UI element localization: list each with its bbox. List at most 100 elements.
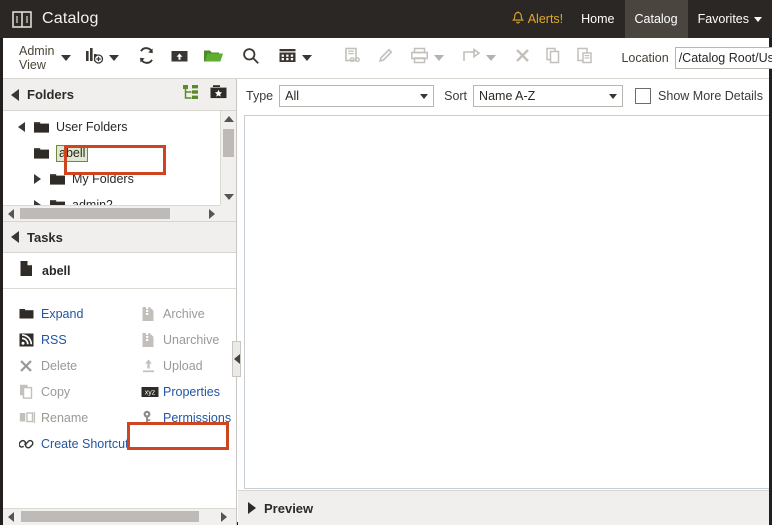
scroll-down-arrow-icon[interactable] bbox=[221, 189, 236, 205]
nav-favorites[interactable]: Favorites bbox=[688, 0, 772, 38]
nav-alerts-label: Alerts! bbox=[527, 12, 564, 26]
type-filter-value: All bbox=[285, 89, 300, 103]
delete-icon bbox=[514, 47, 531, 69]
triangle-down-icon bbox=[17, 122, 25, 132]
admin-view-dropdown[interactable]: Admin View bbox=[19, 44, 72, 72]
scroll-left-arrow-icon[interactable] bbox=[3, 509, 19, 525]
tasks-horizontal-scrollbar[interactable] bbox=[3, 508, 236, 525]
nav-home[interactable]: Home bbox=[571, 0, 624, 38]
edit-button[interactable] bbox=[373, 43, 400, 73]
task-label: RSS bbox=[41, 332, 67, 347]
calendar-grid-button[interactable] bbox=[274, 43, 316, 73]
chevron-down-icon bbox=[609, 94, 618, 99]
app-header: Catalog Alerts! Home Catalog Favorites bbox=[0, 0, 772, 38]
tree-item-user-folders[interactable]: User Folders bbox=[3, 114, 220, 140]
task-copy[interactable]: Copy bbox=[3, 381, 125, 402]
chevron-down-icon bbox=[420, 94, 429, 99]
delete-button[interactable] bbox=[510, 43, 535, 73]
scroll-up-arrow-icon[interactable] bbox=[221, 111, 236, 127]
nav-alerts[interactable]: Alerts! bbox=[502, 0, 571, 38]
task-properties[interactable]: xyz Properties bbox=[125, 381, 236, 402]
folder-tree-horizontal-scrollbar[interactable] bbox=[3, 205, 236, 221]
app-header-nav: Alerts! Home Catalog Favorites bbox=[502, 0, 772, 38]
tree-expand-icon[interactable] bbox=[182, 84, 199, 105]
location-input[interactable] bbox=[674, 47, 772, 69]
tasks-panel-title: Tasks bbox=[27, 229, 63, 245]
folder-icon bbox=[33, 121, 50, 134]
main-toolbar: Admin View Location /Catalog Root/User F… bbox=[3, 38, 772, 79]
vertical-scroll-thumb[interactable] bbox=[223, 129, 234, 157]
scroll-right-arrow-icon[interactable] bbox=[216, 509, 232, 525]
folder-icon bbox=[49, 173, 66, 186]
task-label: Delete bbox=[41, 358, 78, 373]
tree-item-label: My Folders bbox=[72, 172, 134, 186]
svg-text:xyz: xyz bbox=[145, 389, 156, 396]
new-folder-button[interactable] bbox=[199, 43, 228, 73]
nav-catalog[interactable]: Catalog bbox=[624, 0, 688, 38]
expand-triangle-icon bbox=[248, 502, 256, 514]
task-unarchive[interactable]: Unarchive bbox=[125, 329, 236, 350]
tree-item-abell[interactable]: abell bbox=[3, 140, 220, 166]
scroll-left-arrow-icon[interactable] bbox=[3, 206, 19, 221]
search-button[interactable] bbox=[238, 43, 264, 73]
folder-icon bbox=[33, 147, 50, 160]
content-panel: Type All Sort Name A-Z Show More Details… bbox=[238, 79, 769, 525]
upload-icon bbox=[141, 358, 159, 373]
horizontal-scroll-thumb[interactable] bbox=[20, 208, 170, 219]
paste-button[interactable] bbox=[572, 43, 597, 73]
task-create-shortcut[interactable]: Create Shortcut bbox=[3, 433, 236, 454]
key-icon bbox=[141, 410, 159, 426]
task-permissions[interactable]: Permissions bbox=[125, 407, 236, 428]
scroll-right-arrow-icon[interactable] bbox=[204, 206, 220, 221]
tree-item-my-folders[interactable]: My Folders bbox=[3, 166, 220, 192]
x-icon bbox=[19, 359, 37, 373]
chevron-down-icon bbox=[302, 55, 313, 61]
task-upload[interactable]: Upload bbox=[125, 355, 236, 376]
new-chart-button[interactable] bbox=[81, 43, 123, 73]
task-rename[interactable]: Rename bbox=[3, 407, 125, 428]
chevron-down-icon bbox=[61, 55, 72, 61]
bell-icon bbox=[511, 10, 524, 28]
catalog-items-area[interactable] bbox=[244, 115, 769, 489]
app-header-left: Catalog bbox=[0, 10, 99, 28]
preview-panel-header[interactable]: Preview bbox=[238, 490, 769, 525]
search-icon bbox=[242, 47, 260, 70]
archive-in-icon bbox=[170, 47, 189, 69]
folder-tree-vertical-scrollbar[interactable] bbox=[220, 111, 236, 205]
panel-splitter-handle[interactable] bbox=[232, 341, 241, 377]
task-expand[interactable]: Expand bbox=[3, 303, 125, 324]
show-more-details-checkbox[interactable] bbox=[635, 88, 652, 104]
sort-filter-select[interactable]: Name A-Z bbox=[473, 85, 624, 107]
type-filter-select[interactable]: All bbox=[279, 85, 435, 107]
folder-tree: User Folders abell My Folders bbox=[3, 111, 236, 221]
sort-filter-value: Name A-Z bbox=[479, 89, 536, 103]
xyz-icon: xyz bbox=[141, 386, 159, 398]
tasks-panel-header[interactable]: Tasks bbox=[3, 221, 236, 253]
folders-panel-header[interactable]: Folders bbox=[3, 79, 236, 111]
task-delete[interactable]: Delete bbox=[3, 355, 125, 376]
scrollbar-corner bbox=[220, 205, 236, 221]
task-rss[interactable]: RSS bbox=[3, 329, 125, 350]
refresh-button[interactable] bbox=[133, 43, 160, 73]
archive-in-button[interactable] bbox=[166, 43, 193, 73]
nav-favorites-label: Favorites bbox=[697, 12, 749, 26]
nav-home-label: Home bbox=[581, 12, 615, 26]
triangle-right-icon bbox=[33, 174, 41, 184]
copy-icon bbox=[545, 47, 562, 69]
sort-filter-label: Sort bbox=[444, 89, 468, 103]
link-icon bbox=[19, 436, 37, 451]
admin-view-label: Admin View bbox=[19, 44, 55, 72]
copy-button[interactable] bbox=[541, 43, 566, 73]
tree-toggle-my-folders[interactable] bbox=[29, 174, 45, 184]
print-button[interactable] bbox=[406, 43, 448, 73]
horizontal-scroll-thumb[interactable] bbox=[21, 511, 199, 522]
chevron-down-icon bbox=[486, 55, 497, 61]
tree-toggle-user-folders[interactable] bbox=[13, 122, 29, 132]
folder-favorite-icon[interactable] bbox=[209, 84, 228, 105]
chevron-down-icon bbox=[109, 55, 120, 61]
task-label: Unarchive bbox=[163, 332, 220, 347]
task-archive[interactable]: Archive bbox=[125, 303, 236, 324]
export-button[interactable] bbox=[458, 43, 500, 73]
print-preview-button[interactable] bbox=[340, 43, 367, 73]
paste-icon bbox=[576, 47, 593, 69]
